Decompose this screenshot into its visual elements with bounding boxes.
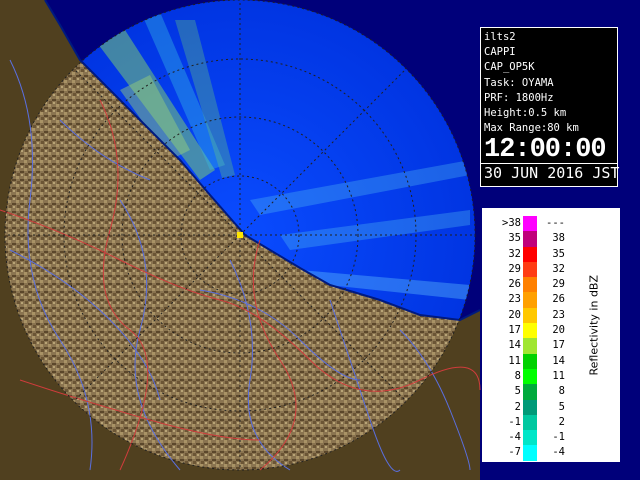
- legend-color-swatch: [523, 307, 537, 324]
- legend-row: 58: [497, 384, 577, 400]
- legend-color-swatch: [523, 445, 537, 461]
- legend-lower-bound: -1: [508, 415, 521, 428]
- legend-upper-bound: ---: [546, 217, 565, 229]
- legend-row: 35 38: [497, 231, 577, 247]
- legend-color-swatch: [523, 399, 537, 415]
- legend-lower-bound: 14: [508, 339, 521, 352]
- legend-row: -1 2: [497, 414, 577, 431]
- radar-site-marker: [237, 232, 243, 238]
- legend-color-swatch: [523, 414, 537, 431]
- legend-row: >38 ---: [497, 216, 577, 232]
- legend-color-swatch: [523, 246, 537, 262]
- legend-unit-label: Reflectivity in dBZ: [587, 274, 601, 376]
- legend-color-swatch: [523, 338, 537, 354]
- legend-row: -7 -4: [497, 445, 577, 461]
- legend-color-swatch: [523, 231, 537, 247]
- observation-time: 12:00:00: [484, 135, 607, 166]
- legend-lower-bound: 17: [508, 324, 521, 337]
- legend-lower-bound: -7: [508, 446, 521, 459]
- legend-lower-bound: 35: [508, 232, 521, 245]
- legend-row: 25: [497, 399, 577, 415]
- prf-value: PRF: 1800Hz: [484, 91, 554, 104]
- legend-upper-bound: -4: [552, 446, 565, 459]
- legend-row: 26 29: [497, 277, 577, 293]
- legend-upper-bound: 11: [552, 369, 565, 382]
- legend-upper-bound: 5: [558, 400, 565, 413]
- max-range-value: Max Range:80 km: [484, 122, 579, 135]
- product-type: CAPPI: [484, 46, 516, 59]
- legend-upper-bound: -1: [552, 431, 565, 444]
- legend-lower-bound: 32: [508, 247, 521, 260]
- legend-color-swatch: [523, 353, 537, 369]
- legend-lower-bound: -4: [508, 431, 521, 444]
- height-value: Height:0.5 km: [484, 107, 567, 120]
- reflectivity-legend: >38 --- 35 38 32 35 29 32 26 29 23 26 20 23 17 20 14 17 11…: [482, 208, 620, 462]
- legend-row: 29 32: [497, 261, 577, 278]
- legend-lower-bound: 8: [514, 369, 521, 382]
- legend-upper-bound: 35: [552, 247, 565, 260]
- legend-upper-bound: 8: [558, 385, 565, 398]
- legend-color-swatch: [523, 216, 537, 232]
- legend-upper-bound: 32: [552, 262, 565, 275]
- legend-upper-bound: 29: [552, 278, 565, 291]
- legend-color-swatch: [523, 430, 537, 446]
- legend-row: 23 26: [497, 292, 577, 308]
- legend-upper-bound: 2: [558, 415, 565, 428]
- legend-lower-bound: 29: [508, 262, 521, 275]
- legend-row: 17 20: [497, 323, 577, 339]
- product-name: CAP_OP5K: [484, 61, 535, 74]
- legend-color-swatch: [523, 261, 537, 278]
- legend-lower-bound: >38: [502, 217, 521, 229]
- legend-row: 11 14: [497, 353, 577, 369]
- legend-upper-bound: 26: [552, 293, 565, 306]
- legend-color-swatch: [523, 323, 537, 339]
- legend-lower-bound: 26: [508, 278, 521, 291]
- info-panel: ilts2 CAPPI CAP_OP5K Task: OYAMA PRF: 18…: [480, 27, 619, 187]
- legend-upper-bound: 38: [552, 232, 565, 245]
- legend-color-swatch: [523, 277, 537, 293]
- legend-color-swatch: [523, 384, 537, 400]
- legend-lower-bound: 5: [514, 385, 521, 398]
- legend-rows: >38 --- 35 38 32 35 29 32 26 29 23 26 20 23 17 20 14 17 11…: [497, 216, 577, 461]
- legend-lower-bound: 2: [514, 400, 521, 413]
- legend-row: 32 35: [497, 246, 577, 262]
- legend-upper-bound: 23: [552, 308, 565, 321]
- legend-lower-bound: 11: [508, 354, 521, 367]
- legend-row: 14 17: [497, 338, 577, 354]
- legend-lower-bound: 23: [508, 293, 521, 306]
- legend-row: 20 23: [497, 307, 577, 324]
- legend-row: -4 -1: [497, 430, 577, 446]
- legend-upper-bound: 14: [552, 354, 565, 367]
- legend-color-swatch: [523, 292, 537, 308]
- legend-color-swatch: [523, 368, 537, 385]
- legend-lower-bound: 20: [508, 308, 521, 321]
- radar-name: ilts2: [484, 31, 516, 43]
- task-name: Task: OYAMA: [484, 76, 554, 89]
- legend-upper-bound: 20: [552, 324, 565, 337]
- observation-date: 30 JUN 2016 JST: [481, 163, 619, 182]
- legend-row: 8 11: [497, 368, 577, 385]
- legend-upper-bound: 17: [552, 339, 565, 352]
